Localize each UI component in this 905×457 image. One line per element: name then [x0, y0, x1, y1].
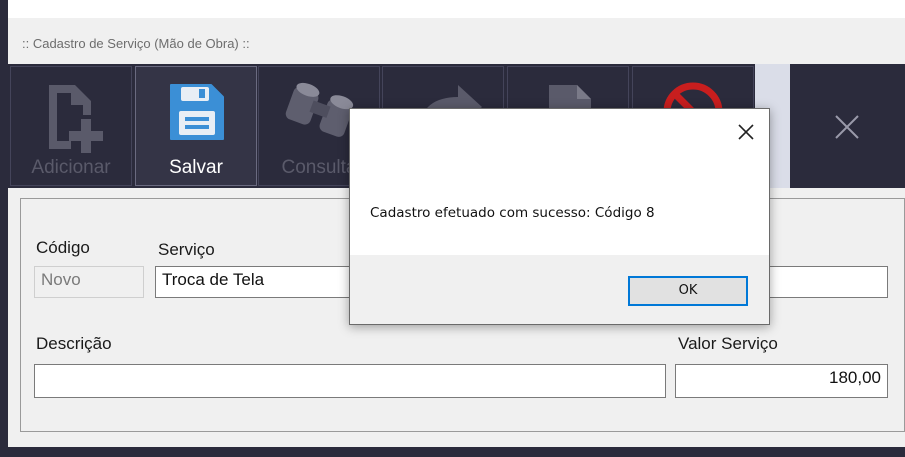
add-button-label: Adicionar — [31, 157, 111, 178]
window-left-edge — [0, 0, 8, 457]
valor-label: Valor Serviço — [678, 334, 778, 353]
file-add-icon — [11, 77, 131, 161]
save-button-label: Salvar — [169, 157, 223, 178]
codigo-label: Código — [36, 238, 90, 257]
codigo-field: Novo — [34, 266, 144, 298]
window-top-edge — [0, 0, 905, 9]
ok-button[interactable]: OK — [628, 276, 748, 306]
close-icon — [835, 115, 859, 139]
descricao-field[interactable] — [34, 364, 666, 398]
message-dialog: Cadastro efetuado com sucesso: Código 8 … — [349, 108, 770, 325]
window-close-button[interactable] — [790, 66, 905, 186]
dialog-close-button[interactable] — [738, 123, 754, 143]
close-icon — [738, 124, 754, 140]
valor-field[interactable]: 180,00 — [675, 364, 888, 398]
servico-label: Serviço — [158, 240, 215, 259]
add-button[interactable]: Adicionar — [10, 66, 132, 186]
window-title: :: Cadastro de Serviço (Mão de Obra) :: — [22, 36, 250, 51]
descricao-label: Descrição — [36, 334, 112, 353]
floppy-save-icon — [136, 77, 256, 151]
dialog-message: Cadastro efetuado com sucesso: Código 8 — [370, 205, 655, 221]
window-bottom-edge — [0, 447, 905, 457]
save-button[interactable]: Salvar — [135, 66, 257, 186]
